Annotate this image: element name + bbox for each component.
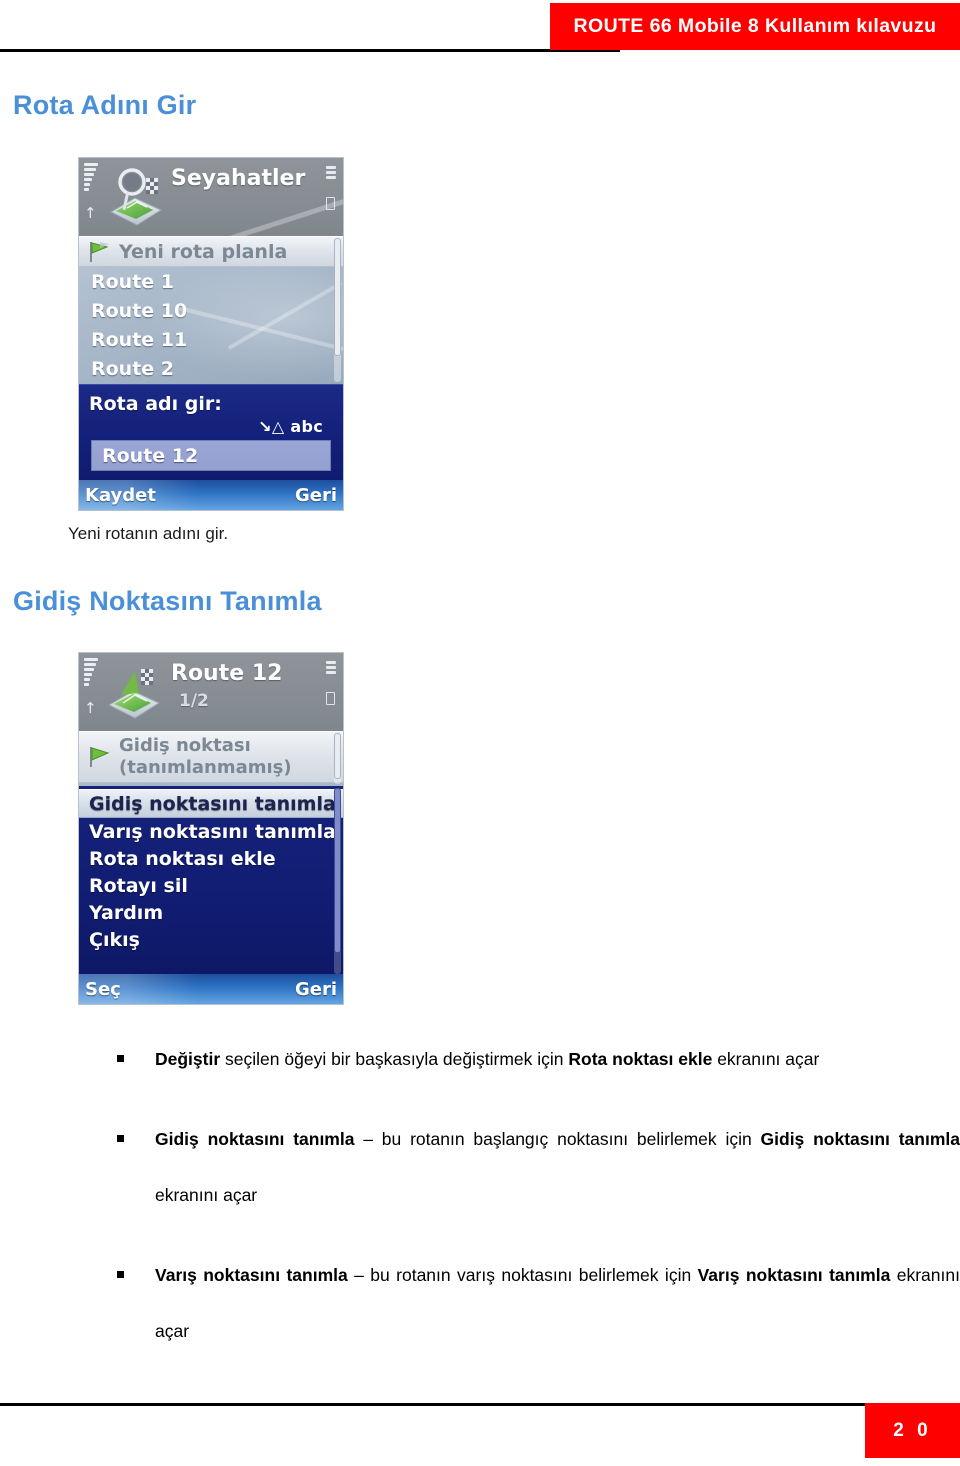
battery-icon [325, 166, 337, 210]
body-text: ekranını açar [155, 1184, 258, 1205]
battery-icon [325, 661, 337, 705]
page-footer: 2 0 [0, 1390, 960, 1466]
menu-item-label: Rota noktası ekle [89, 847, 276, 870]
phone2-titlebar: ↑ Route 12 1/2 [79, 653, 343, 731]
page-header: ROUTE 66 Mobile 8 Kullanım kılavuzu [0, 0, 960, 58]
caption-enter-new-route-name: Yeni rotanın adını gir. [68, 524, 229, 543]
list-scrollbar-thumb[interactable] [334, 733, 341, 779]
list-item[interactable]: Route 10 [79, 296, 343, 325]
list-item[interactable]: Gidiş noktası (tanımlanmamış) [79, 731, 343, 783]
body-text: – bu rotanın varış noktasını belirlemek … [354, 1264, 698, 1285]
list-item[interactable]: Route 11 [79, 325, 343, 354]
menu-item-label: Rotayı sil [89, 874, 188, 897]
dialog-prompt-label: Rota adı gir: [89, 393, 222, 415]
phone-screenshot-define-departure-point: ↑ Route 12 1/2 Gidiş noktası (tanımlanma… [78, 652, 344, 1005]
header-banner: ROUTE 66 Mobile 8 Kullanım kılavuzu [550, 3, 960, 50]
softkey-left-select[interactable]: Seç [85, 979, 121, 1000]
body-text: – bu rotanın başlangıç noktasını belirle… [363, 1128, 761, 1149]
feature-bullet-list: Değiştir seçilen öğeyi bir başkasıyla de… [113, 1013, 960, 1383]
header-divider-line [0, 49, 620, 52]
input-mode-label: abc [290, 417, 323, 436]
menu-item-label: Varış noktasını tanımla [89, 820, 336, 843]
emphasis-text: Gidiş noktasını tanımla [155, 1128, 364, 1149]
list-item-label: Route 10 [91, 299, 188, 322]
list-item-label: Route 1 [91, 270, 175, 293]
list-item-label-line2: (tanımlanmamış) [119, 757, 292, 778]
page-number-box: 2 0 [865, 1403, 960, 1458]
green-flag-icon [87, 240, 113, 264]
phone1-route-list[interactable]: Yeni rota planla Route 1 Route 10 Route … [79, 193, 343, 384]
header-banner-title: ROUTE 66 Mobile 8 Kullanım kılavuzu [573, 15, 937, 37]
menu-item[interactable]: Varış noktasını tanımla [79, 818, 343, 845]
emphasis-text: Değiştir [155, 1048, 226, 1069]
list-item[interactable]: Route 2 [79, 354, 343, 383]
menu-item[interactable]: Gidiş noktasını tanımla [79, 789, 343, 818]
list-item-label: Route 11 [91, 328, 188, 351]
page-title-gidis-noktasini-tanimla: Gidiş Noktasını Tanımla [13, 586, 322, 616]
signal-bars-icon [84, 163, 98, 203]
menu-item-label: Çıkış [89, 928, 140, 951]
menu-item-label: Gidiş noktasını tanımla [89, 792, 336, 815]
input-mode-arrow-icon: ↘△ [258, 417, 285, 436]
phone2-softkeys: Seç Geri [79, 974, 343, 1004]
phone1-softkeys: Kaydet Geri [79, 480, 343, 510]
green-flag-icon [87, 745, 113, 769]
list-scrollbar-thumb[interactable] [334, 238, 341, 356]
softkey-right-back[interactable]: Geri [295, 485, 337, 506]
page-title-rota-adini-gir: Rota Adını Gir [13, 90, 197, 120]
phone1-titlebar: ↑ Seyahatler [79, 158, 343, 236]
list-item[interactable]: Yeni rota planla [79, 236, 343, 267]
softkey-right-back[interactable]: Geri [295, 979, 337, 1000]
emphasis-text: Varış noktasını tanımla [697, 1264, 897, 1285]
menu-item[interactable]: Çıkış [79, 926, 343, 953]
softkey-left-save[interactable]: Kaydet [85, 485, 156, 506]
phone2-subtitle-page-indicator: 1/2 [179, 691, 209, 711]
list-item-label: Route 2 [91, 357, 175, 380]
list-item: Varış noktasını tanımla – bu rotanın var… [113, 1247, 960, 1359]
body-text: ekranını açar [717, 1048, 820, 1069]
route-flag-icon [105, 663, 165, 721]
input-mode-indicator: ↘△ abc [79, 415, 343, 438]
emphasis-text: Varış noktasını tanımla [155, 1264, 355, 1285]
list-item: Gidiş noktasını tanımla – bu rotanın baş… [113, 1111, 960, 1223]
emphasis-text: Rota noktası ekle [568, 1048, 718, 1069]
menu-item-label: Yardım [89, 901, 164, 924]
phone1-title: Seyahatler [171, 166, 306, 191]
list-item-label: Yeni rota planla [119, 240, 288, 263]
list-item: Değiştir seçilen öğeyi bir başkasıyla de… [113, 1031, 960, 1087]
phone-screenshot-enter-route-name: ↑ Seyahatler Yeni rota planla Route 1 Ro… [78, 157, 344, 511]
body-text: seçilen öğeyi bir başkasıyla değiştirmek… [225, 1048, 569, 1069]
phone2-options-menu[interactable]: Gidiş noktasını tanımla Varış noktasını … [79, 786, 343, 976]
phone1-enter-name-dialog: Rota adı gir: ↘△ abc Route 12 [79, 384, 343, 482]
phone2-route-detail-list[interactable]: Gidiş noktası (tanımlanmamış) [79, 731, 343, 786]
emphasis-text: Gidiş noktasını tanımla [760, 1128, 960, 1149]
map-magnifier-icon [105, 168, 165, 226]
phone2-title: Route 12 [171, 661, 283, 686]
list-item-label-line1: Gidiş noktası [119, 735, 251, 756]
menu-item[interactable]: Yardım [79, 899, 343, 926]
footer-divider-line [0, 1403, 865, 1406]
antenna-icon: ↑ [84, 699, 97, 717]
list-item[interactable]: Route 1 [79, 267, 343, 296]
menu-item[interactable]: Rotayı sil [79, 872, 343, 899]
signal-bars-icon [84, 658, 98, 698]
route-name-input-value: Route 12 [102, 444, 199, 467]
page-number: 2 0 [893, 1419, 932, 1441]
antenna-icon: ↑ [84, 204, 97, 222]
menu-item[interactable]: Rota noktası ekle [79, 845, 343, 872]
route-name-input[interactable]: Route 12 [91, 440, 331, 471]
menu-scrollbar-thumb[interactable] [334, 788, 341, 953]
